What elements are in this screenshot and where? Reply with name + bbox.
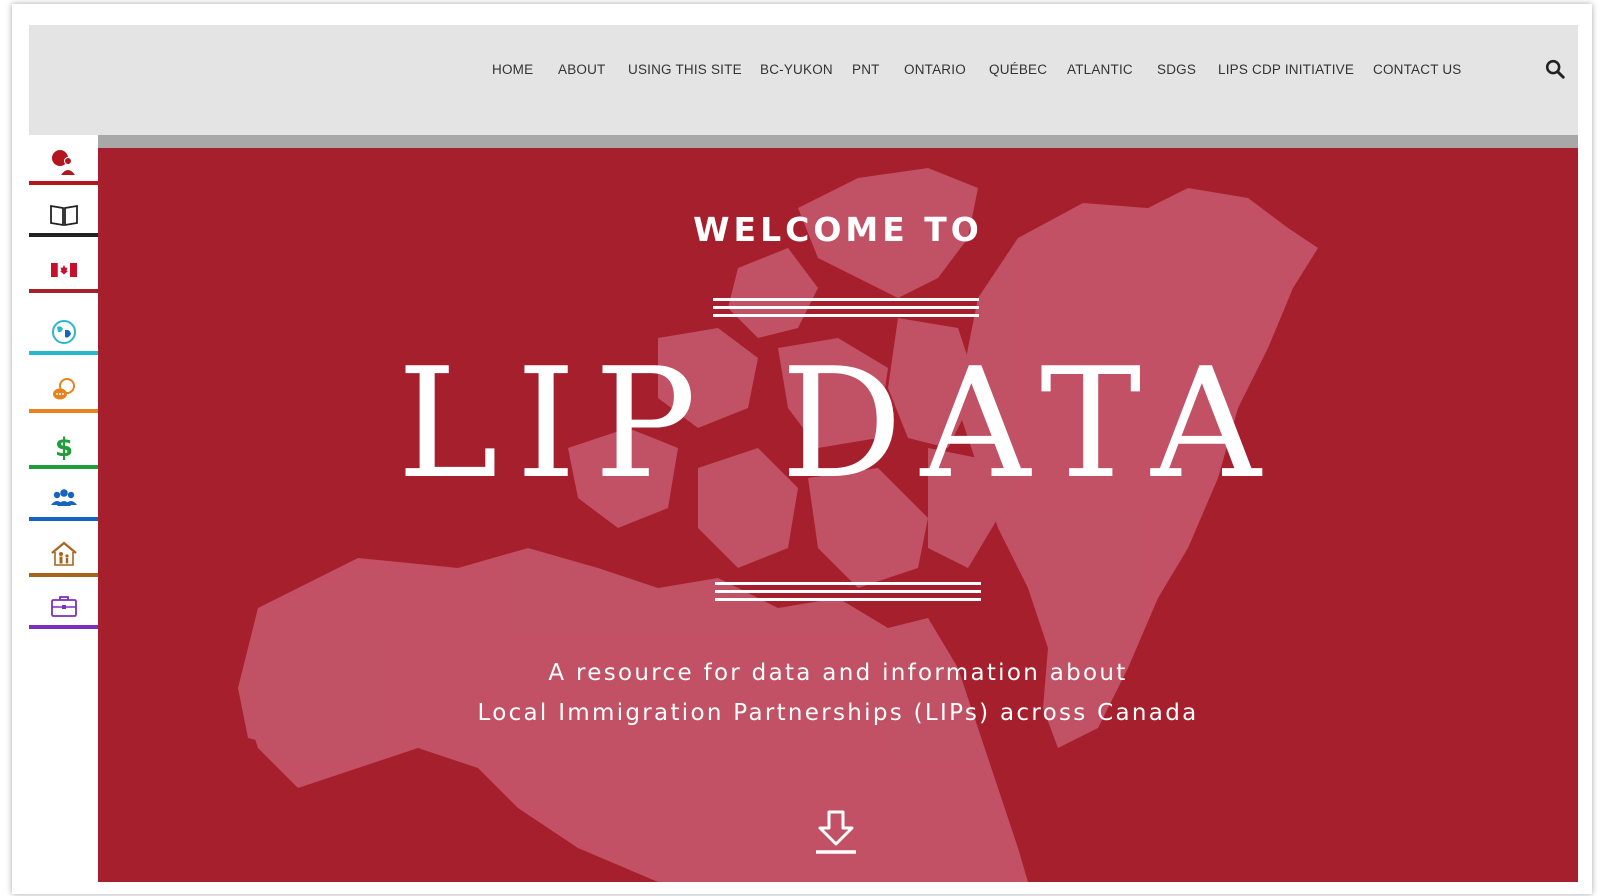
open-book-icon <box>50 204 78 227</box>
sidebar-item-book[interactable] <box>29 189 98 237</box>
nav-lips-cdp-initiative[interactable]: LIPS CDP INITIATIVE <box>1218 62 1354 77</box>
tagline-line-1: A resource for data and information abou… <box>548 660 1128 686</box>
hero-banner: WELCOME TO LIP DATA A resource for data … <box>98 148 1578 882</box>
sidebar-item-family-home[interactable] <box>29 529 98 577</box>
community-icon <box>51 489 77 506</box>
site-header: HOME ABOUT USING THIS SITE BC-YUKON PNT … <box>29 25 1578 135</box>
chat-bubbles-icon <box>53 378 75 400</box>
globe-icon <box>52 320 76 344</box>
sidebar-item-employment[interactable] <box>29 581 98 629</box>
nav-home[interactable]: HOME <box>492 62 533 77</box>
welcome-heading: WELCOME TO <box>693 210 983 249</box>
sidebar-bar-chat <box>29 409 98 413</box>
canada-map-silhouette <box>238 168 1318 882</box>
category-sidebar: $ <box>29 135 98 645</box>
sidebar-item-globe[interactable] <box>29 307 98 355</box>
family-home-icon <box>51 541 77 566</box>
nav-pnt[interactable]: PNT <box>852 62 880 77</box>
sidebar-item-community[interactable] <box>29 473 98 521</box>
sidebar-item-canada[interactable] <box>29 245 98 293</box>
nav-ontario[interactable]: ONTARIO <box>904 62 966 77</box>
sidebar-bar-employment <box>29 625 98 629</box>
dollar-icon: $ <box>55 433 73 461</box>
site-title: LIP DATA <box>397 335 1279 512</box>
nav-contact-us[interactable]: CONTACT US <box>1373 62 1462 77</box>
sidebar-item-funding[interactable]: $ <box>29 421 98 469</box>
sidebar-item-people[interactable] <box>29 137 98 185</box>
tagline-line-2: Local Immigration Partnerships (LIPs) ac… <box>477 700 1199 726</box>
nav-atlantic[interactable]: ATLANTIC <box>1067 62 1133 77</box>
sidebar-bar-family-home <box>29 573 98 577</box>
briefcase-icon <box>51 596 77 617</box>
people-group-icon <box>52 150 75 175</box>
hero-top-strip <box>98 135 1578 148</box>
search-icon[interactable] <box>1544 58 1566 80</box>
nav-using-this-site[interactable]: USING THIS SITE <box>628 62 742 77</box>
nav-bc-yukon[interactable]: BC-YUKON <box>760 62 833 77</box>
sidebar-bar-funding <box>29 465 98 469</box>
decorative-lines-bottom <box>715 582 981 604</box>
svg-text:$: $ <box>55 433 73 461</box>
down-arrow-icon[interactable] <box>814 808 858 856</box>
sidebar-bar-canada <box>29 289 98 293</box>
nav-about[interactable]: ABOUT <box>558 62 606 77</box>
nav-quebec[interactable]: QUÉBEC <box>989 62 1047 77</box>
decorative-lines-top <box>713 298 979 320</box>
main-nav: HOME ABOUT USING THIS SITE BC-YUKON PNT … <box>29 25 1578 135</box>
canada-flag-icon <box>51 262 77 278</box>
nav-sdgs[interactable]: SDGS <box>1157 62 1196 77</box>
sidebar-bar-community <box>29 517 98 521</box>
sidebar-bar-book <box>29 233 98 237</box>
sidebar-bar-globe <box>29 351 98 355</box>
sidebar-item-chat[interactable] <box>29 365 98 413</box>
sidebar-bar-people <box>29 181 98 185</box>
